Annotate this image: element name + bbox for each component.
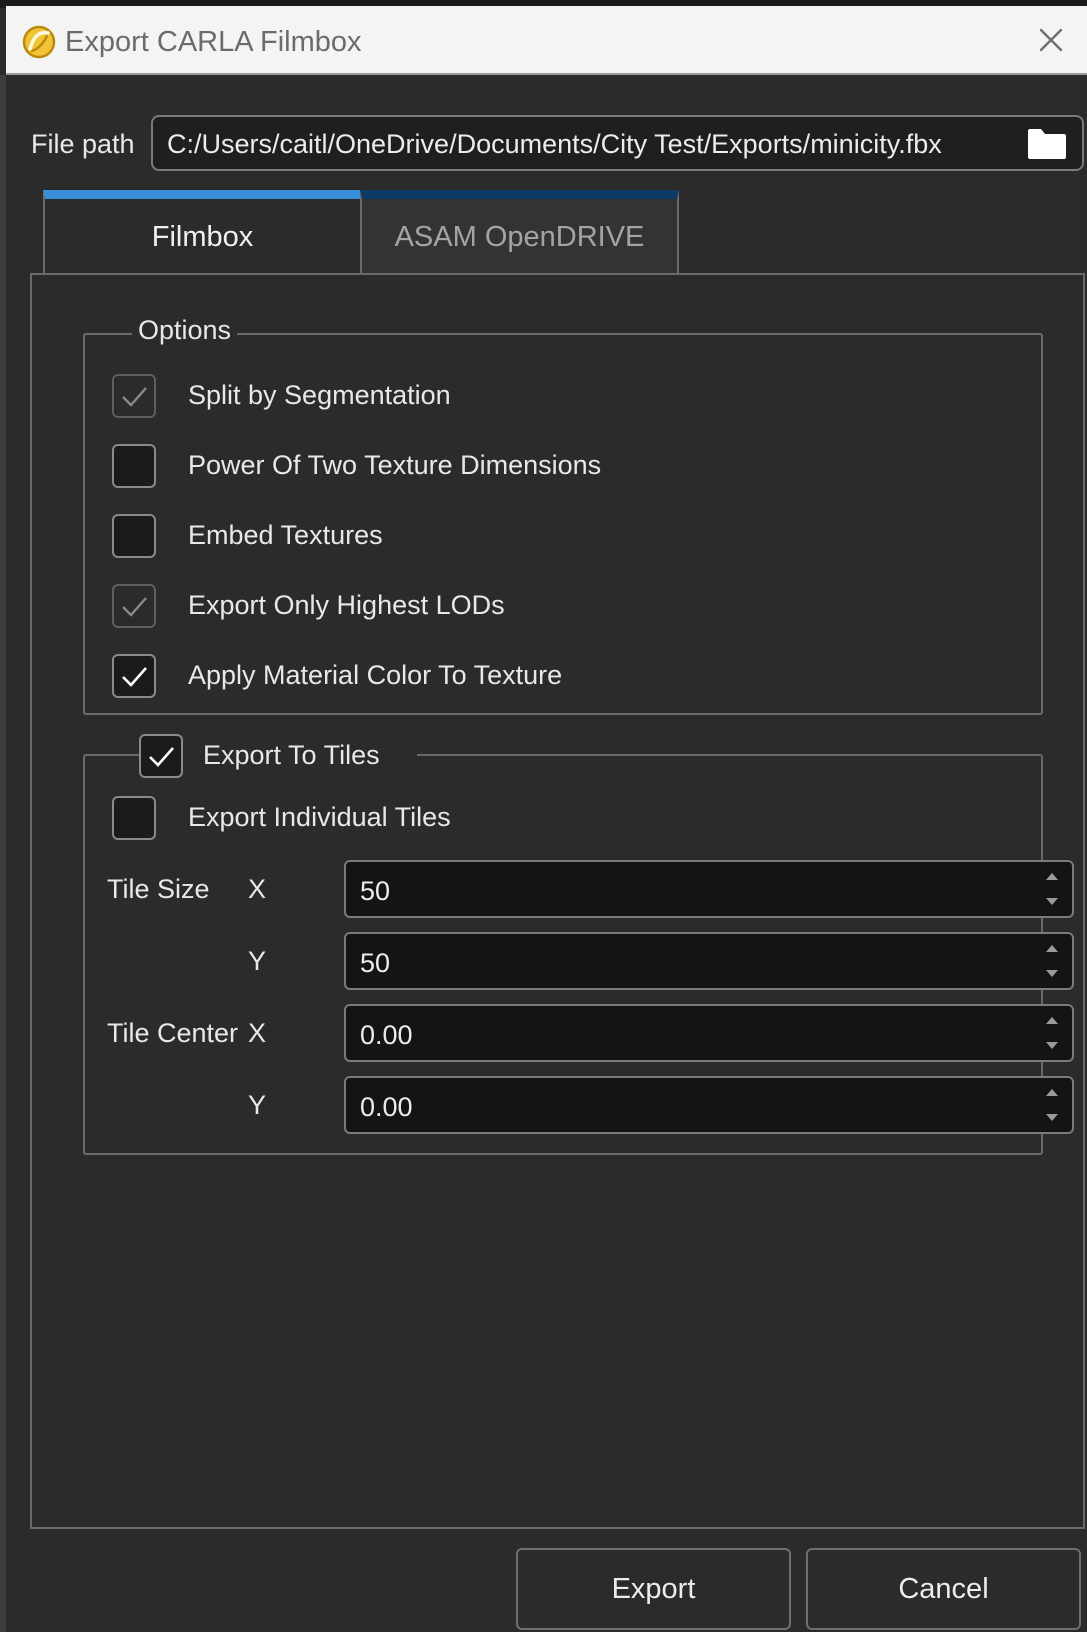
export-to-tiles-label: Export To Tiles [203,740,380,770]
check-icon [149,747,174,767]
tile-size-x-label: X [248,874,267,904]
split-by-segmentation-label: Split by Segmentation [188,380,451,410]
options-group: Options Split by Segmentation Power Of T… [83,315,1043,715]
title-bar[interactable]: Export CARLA Filmbox [6,6,1087,75]
tile-center-y-value: 0.00 [360,1092,413,1122]
file-path-input[interactable]: C:/Users/caitl/OneDrive/Documents/City T… [151,115,1084,171]
tile-size-x-value: 50 [360,876,391,906]
tile-center-y-spinbox[interactable]: 0.00 [344,1076,1074,1134]
tile-center-x-label: X [248,1018,267,1048]
file-path-label: File path [31,129,135,159]
export-to-tiles-row: Export To Tiles [139,734,417,782]
embed-textures-label: Embed Textures [188,520,383,550]
export-individual-tiles-label: Export Individual Tiles [188,802,451,832]
dialog-body: File path C:/Users/caitl/OneDrive/Docume… [6,75,1087,1632]
export-to-tiles-group: Export To Tiles Export Individual Tiles … [83,734,1074,1155]
split-by-segmentation-checkbox[interactable] [112,374,156,418]
check-icon [122,387,147,407]
material-color-checkbox[interactable] [112,654,156,698]
tile-center-x-value: 0.00 [360,1020,413,1050]
export-dialog: Export CARLA Filmbox File path C:/Users/… [0,0,1087,1632]
tab-filmbox[interactable]: Filmbox [43,190,362,273]
cancel-button[interactable]: Cancel [806,1548,1081,1630]
file-path-value: C:/Users/caitl/OneDrive/Documents/City T… [167,129,942,159]
export-individual-tiles-checkbox[interactable] [112,796,156,840]
spin-arrows-icon[interactable] [1038,938,1066,984]
tile-center-y-label: Y [248,1090,267,1120]
power-of-two-label: Power Of Two Texture Dimensions [188,450,602,480]
folder-icon[interactable] [1026,127,1068,161]
filmbox-tab-panel: Options Split by Segmentation Power Of T… [30,273,1085,1529]
tile-size-label: Tile Size [107,874,210,904]
app-logo-icon [22,25,56,59]
spin-arrows-icon[interactable] [1038,1010,1066,1056]
options-legend: Options [132,315,238,346]
window-title: Export CARLA Filmbox [65,26,362,58]
export-to-tiles-checkbox[interactable] [139,734,183,778]
tile-size-y-label: Y [248,946,267,976]
tab-asam-opendrive[interactable]: ASAM OpenDRIVE [360,190,679,273]
embed-textures-checkbox[interactable] [112,514,156,558]
material-color-label: Apply Material Color To Texture [188,660,563,690]
tile-center-x-spinbox[interactable]: 0.00 [344,1004,1074,1062]
check-icon [122,597,147,617]
close-icon[interactable] [1033,22,1069,58]
highest-lods-checkbox[interactable] [112,584,156,628]
tile-size-y-value: 50 [360,948,391,978]
spin-arrows-icon[interactable] [1038,1082,1066,1128]
tile-size-x-spinbox[interactable]: 50 [344,860,1074,918]
power-of-two-checkbox[interactable] [112,444,156,488]
check-icon [122,667,147,687]
export-button[interactable]: Export [516,1548,791,1630]
tile-center-label: Tile Center [107,1018,239,1048]
tile-size-y-spinbox[interactable]: 50 [344,932,1074,990]
highest-lods-label: Export Only Highest LODs [188,590,505,620]
spin-arrows-icon[interactable] [1038,866,1066,912]
